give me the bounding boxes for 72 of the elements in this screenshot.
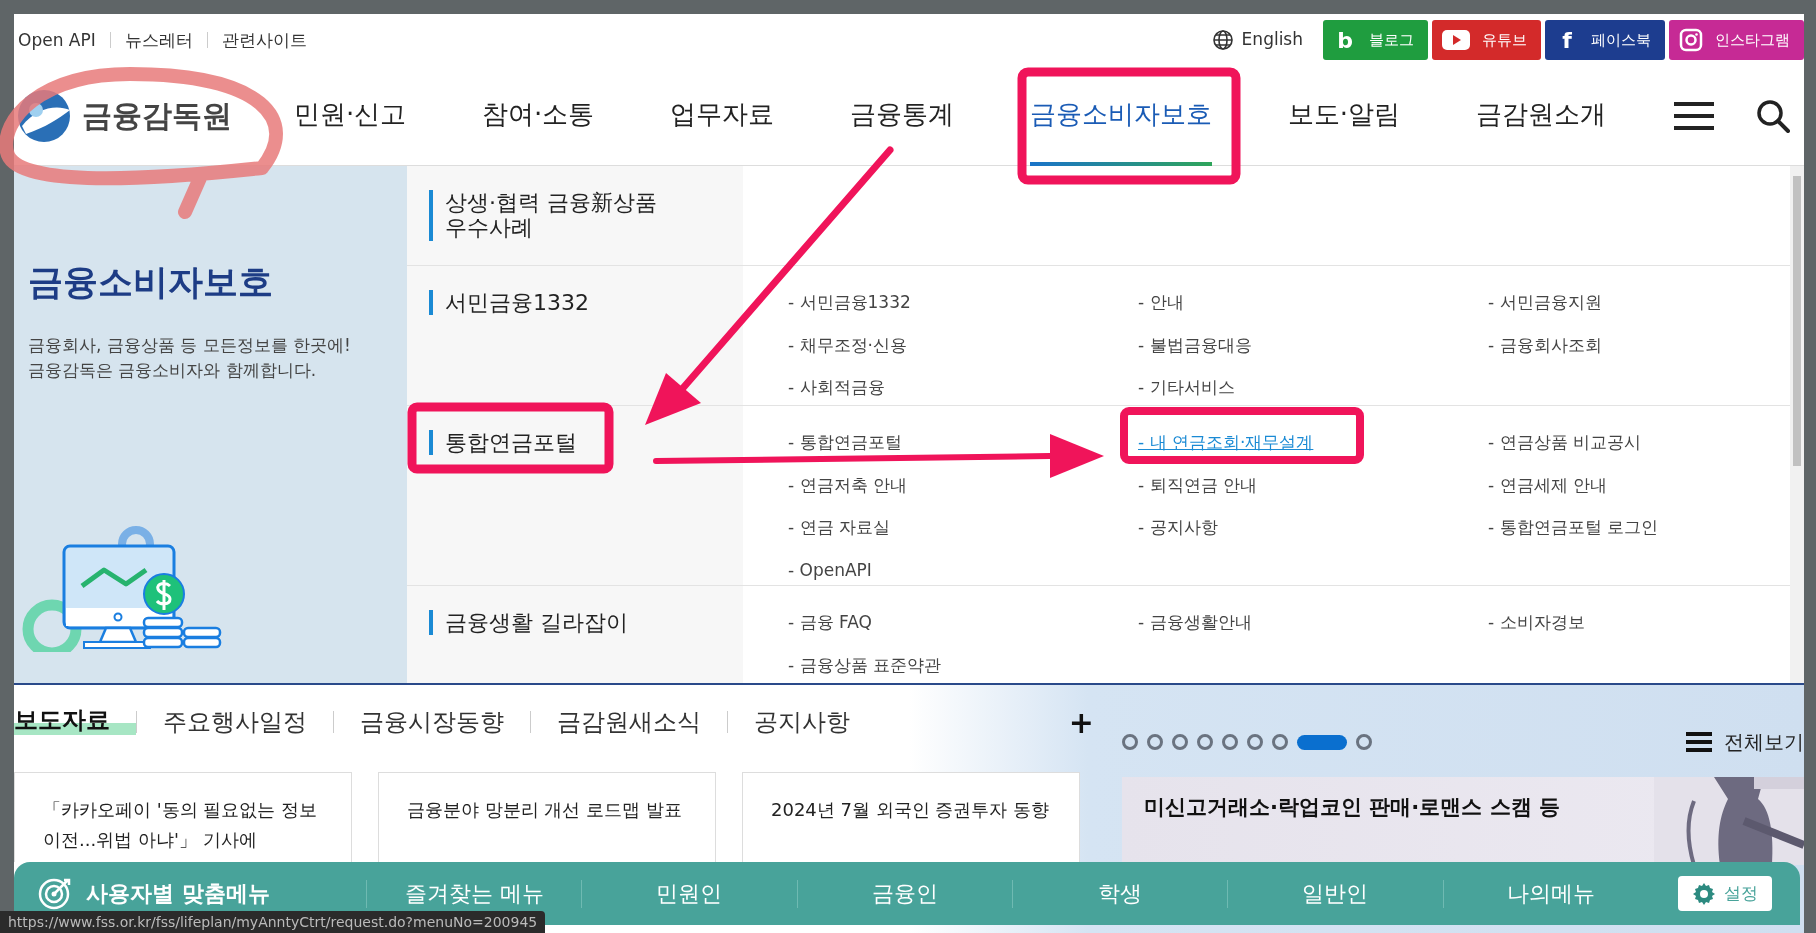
carousel-dot[interactable]	[1272, 734, 1288, 750]
carousel-dot[interactable]	[1147, 734, 1163, 750]
banner[interactable]: 미신고거래소·락업코인 판매·로맨스 스캠 등	[1122, 777, 1804, 865]
menu-link[interactable]: - 서민금융지원	[1488, 290, 1602, 316]
language-link[interactable]: English	[1241, 27, 1303, 53]
news-card[interactable]: 금융분야 망분리 개선 로드맵 발표	[378, 772, 716, 862]
menu-link[interactable]: - 연금세제 안내	[1488, 472, 1607, 498]
menu-link[interactable]: - 금융상품 표준약관	[788, 652, 941, 678]
menu-title: 금융소비자보호	[28, 261, 274, 304]
menu-link[interactable]: - 기타서비스	[1138, 375, 1235, 401]
carousel-dot[interactable]	[1356, 734, 1372, 750]
menu-description: 금융회사, 금융상품 등 모든정보를 한곳에! 금융감독은 금융소비자와 함께합니다.	[28, 333, 352, 382]
social-link[interactable]: 인스타그램	[1669, 20, 1804, 60]
menu-link[interactable]: - 소비자경보	[1488, 610, 1585, 636]
nav-tab[interactable]: 업무자료	[670, 65, 775, 166]
site-logo[interactable]: 금융감독원	[16, 87, 246, 144]
menu-icon	[1686, 730, 1712, 754]
social-link[interactable]: 유튜브	[1432, 20, 1541, 60]
menu-link[interactable]: - 통합연금포털 로그인	[1488, 515, 1658, 541]
news-tab[interactable]: 보도자료	[14, 709, 136, 735]
play-icon	[1442, 28, 1470, 52]
camera-icon	[1679, 28, 1703, 52]
menu-link[interactable]: - 공지사항	[1138, 515, 1218, 541]
menu-link[interactable]: - 금융회사조회	[1488, 332, 1602, 358]
menu-link[interactable]: - 안내	[1138, 290, 1184, 316]
news-tab[interactable]: 공지사항	[727, 711, 876, 733]
news-tab[interactable]: 금융시장동향	[333, 711, 530, 733]
news-card[interactable]: 2024년 7월 외국인 증권투자 동향	[742, 772, 1080, 862]
news-tab[interactable]: 금감원새소식	[530, 711, 727, 733]
utility-link[interactable]: 뉴스레터	[109, 32, 207, 48]
scrollbar[interactable]	[1790, 166, 1804, 683]
nav-tab[interactable]: 금융소비자보호	[1029, 65, 1212, 166]
gear-icon	[1691, 881, 1716, 906]
menu-category[interactable]: 서민금융1332	[429, 290, 589, 316]
menu-link[interactable]: - 불법금융대응	[1138, 332, 1252, 358]
menu-link[interactable]: - 서민금융1332	[788, 290, 911, 316]
carousel-dot[interactable]	[1122, 734, 1138, 750]
banner-subtitle: 미신고거래소·락업코인 판매·로맨스 스캠 등	[1144, 794, 1560, 821]
nav-tab[interactable]: 민원·신고	[293, 65, 407, 166]
menu-link[interactable]: - 연금저축 안내	[788, 472, 907, 498]
carousel-dot[interactable]	[1197, 734, 1213, 750]
menu-link[interactable]: - OpenAPI	[788, 557, 872, 583]
nav-tab[interactable]: 금감원소개	[1476, 65, 1606, 166]
menu-link[interactable]: - 내 연금조회·재무설계	[1138, 430, 1314, 456]
carousel-dot[interactable]	[1172, 734, 1188, 750]
nav-tab[interactable]: 금융통계	[850, 65, 955, 166]
user-menu-title: 사용자별 맞춤메뉴	[86, 880, 271, 908]
nav-tab[interactable]: 보도·알림	[1287, 65, 1401, 166]
utility-link[interactable]: Open API	[18, 32, 110, 48]
utility-link[interactable]: 관련사이트	[206, 32, 321, 48]
globe-icon	[1211, 29, 1234, 51]
social-link[interactable]: b 블로그	[1323, 20, 1428, 60]
carousel-dot[interactable]	[1247, 734, 1263, 750]
carousel-dot[interactable]	[1222, 734, 1238, 750]
menu-link[interactable]: - 퇴직연금 안내	[1138, 472, 1257, 498]
menu-link[interactable]: - 연금 자료실	[788, 515, 890, 541]
view-all-link[interactable]: 전체보기	[1686, 727, 1804, 757]
social-link[interactable]: f 페이스북	[1545, 20, 1665, 60]
news-tab[interactable]: 주요행사일정	[136, 711, 333, 733]
nav-tab[interactable]: 참여·소통	[482, 65, 595, 166]
menu-link[interactable]: - 사회적금융	[788, 375, 885, 401]
menu-link[interactable]: - 채무조정·신용	[788, 332, 907, 358]
status-url: https://www.fss.or.kr/fss/lifeplan/myAnntyCtrt/request.do?menuNo=200945	[0, 911, 546, 933]
menu-link[interactable]: - 금융 FAQ	[788, 610, 872, 636]
menu-link[interactable]: - 통합연금포털	[788, 430, 902, 456]
news-card[interactable]: 「카카오페이 '동의 필요없는 정보이전...위법 아냐'」 기사에	[14, 772, 352, 862]
search-icon[interactable]	[1756, 98, 1790, 133]
menu-category[interactable]: 금융생활 길라잡이	[429, 610, 628, 636]
menu-link[interactable]: - 연금상품 비교공시	[1488, 430, 1641, 456]
menu-link[interactable]: - 금융생활안내	[1138, 610, 1252, 636]
menu-category[interactable]: 통합연금포털	[429, 430, 577, 456]
more-button[interactable]: +	[1068, 699, 1094, 745]
